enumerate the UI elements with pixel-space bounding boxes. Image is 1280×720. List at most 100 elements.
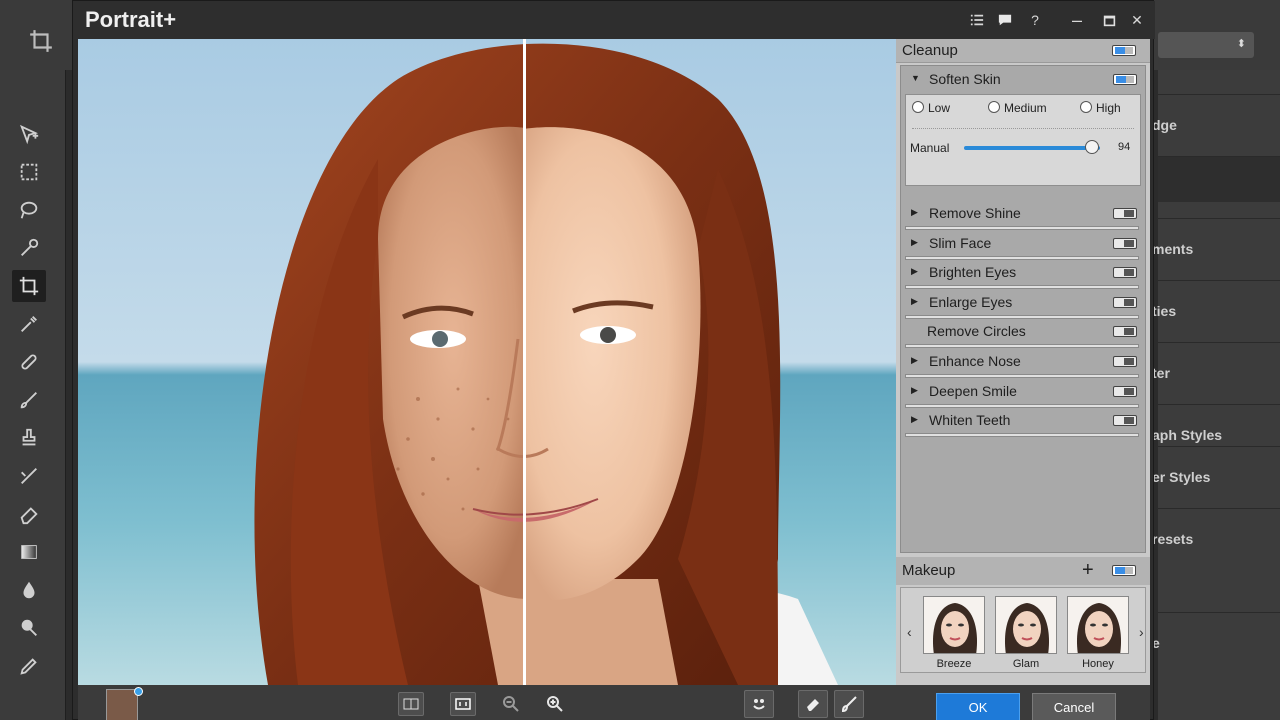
quick-select-icon[interactable] — [12, 232, 46, 264]
portrait-dialog: Portrait+ ? – ✕ Cleanup ▼ Soften Skin Lo… — [72, 0, 1155, 720]
controls-panel: Cleanup ▼ Soften Skin Low Medium High Ma… — [896, 39, 1150, 720]
cleanup-item[interactable]: ▶ Slim Face — [905, 232, 1139, 260]
maximize-icon[interactable] — [1099, 10, 1119, 30]
cleanup-header[interactable]: Cleanup — [896, 39, 1150, 63]
cleanup-item-divider — [905, 433, 1139, 438]
dialog-titlebar[interactable]: Portrait+ ? – ✕ — [73, 1, 1155, 39]
collapsed-arrow-icon: ▶ — [911, 295, 918, 306]
split-view-icon[interactable] — [398, 692, 424, 716]
cleanup-item-toggle[interactable] — [1113, 356, 1137, 367]
cleanup-item-toggle[interactable] — [1113, 385, 1137, 397]
marquee-tool-icon[interactable] — [12, 156, 46, 188]
expanded-arrow-icon: ▼ — [911, 73, 920, 83]
manual-slider-handle[interactable] — [1084, 140, 1099, 154]
crop-tool-icon[interactable] — [12, 270, 46, 302]
bottom-toolbar — [78, 685, 896, 720]
gradient-icon[interactable] — [12, 536, 46, 568]
radio-high-label: High — [1096, 101, 1121, 115]
minimize-icon[interactable]: – — [1067, 10, 1087, 30]
close-icon[interactable]: ✕ — [1127, 10, 1147, 30]
radio-high[interactable] — [1080, 101, 1092, 113]
radio-low[interactable] — [912, 101, 924, 113]
makeup-preset-label: Glam — [1012, 658, 1040, 670]
dodge-icon[interactable] — [12, 612, 46, 644]
makeup-preset-thumbnail[interactable] — [995, 596, 1057, 654]
makeup-presets: ‹ › Breeze Glam Honey — [900, 587, 1146, 673]
photo-thumbnail[interactable] — [106, 689, 138, 720]
cleanup-item-toggle[interactable] — [1113, 267, 1137, 279]
makeup-header[interactable]: Makeup + — [896, 557, 1150, 585]
thumbnail-badge — [134, 687, 143, 696]
radio-medium-label: Medium — [1004, 101, 1047, 115]
soften-skin-item[interactable]: ▼ Soften Skin — [905, 68, 1139, 92]
cleanup-item[interactable]: ▶ Enlarge Eyes — [905, 291, 1139, 319]
prev-arrow-icon[interactable]: ‹ — [907, 624, 912, 640]
cleanup-item-label: Remove Shine — [929, 205, 1021, 221]
eyedropper-icon[interactable] — [12, 308, 46, 340]
brush-icon[interactable] — [12, 384, 46, 416]
add-makeup-icon[interactable]: + — [1082, 559, 1094, 582]
cleanup-item[interactable]: ▶ Remove Shine — [905, 202, 1139, 230]
host-panel-label: ter — [1152, 364, 1170, 381]
manual-label: Manual — [910, 141, 950, 155]
soften-skin-options: Low Medium High Manual 94 — [905, 94, 1141, 186]
cleanup-item[interactable]: ▶ Deepen Smile — [905, 380, 1139, 408]
list-icon[interactable] — [967, 10, 987, 30]
makeup-preset-thumbnail[interactable] — [1067, 596, 1129, 654]
cleanup-item-divider — [905, 226, 1139, 230]
healing-brush-icon[interactable] — [12, 346, 46, 378]
soften-skin-toggle[interactable] — [1113, 74, 1137, 85]
cleanup-item-toggle[interactable] — [1113, 296, 1137, 308]
next-arrow-icon[interactable]: › — [1139, 624, 1144, 640]
stamp-icon[interactable] — [12, 422, 46, 454]
collapsed-arrow-icon: ▶ — [911, 266, 918, 277]
cleanup-toggle[interactable] — [1112, 45, 1136, 56]
photo-preview[interactable] — [78, 39, 896, 685]
cleanup-item[interactable]: ▶ Enhance Nose — [905, 350, 1139, 378]
manual-slider-track[interactable] — [964, 146, 1100, 150]
host-panel-item[interactable] — [1158, 156, 1280, 202]
cleanup-item[interactable]: Remove Circles — [905, 320, 1139, 349]
face-detect-icon[interactable] — [744, 690, 774, 718]
host-select[interactable]: ⬍ — [1158, 32, 1254, 58]
host-panel-label: er Styles — [1152, 468, 1211, 485]
zoom-out-icon[interactable] — [498, 692, 524, 716]
pen-icon[interactable] — [12, 650, 46, 682]
host-panel-item[interactable]: ties — [1152, 280, 1280, 340]
host-panel-item[interactable]: resets — [1152, 508, 1280, 568]
zoom-in-icon[interactable] — [542, 692, 568, 716]
cleanup-item-divider — [905, 285, 1139, 290]
eraser-brush-icon[interactable] — [798, 690, 828, 718]
crop-icon[interactable] — [28, 28, 58, 58]
history-brush-icon[interactable] — [12, 460, 46, 492]
move-tool-icon[interactable] — [12, 118, 46, 150]
chat-icon[interactable] — [995, 10, 1015, 30]
radio-medium[interactable] — [988, 101, 1000, 113]
host-panel-item[interactable]: ter — [1152, 342, 1280, 402]
cleanup-item-label: Whiten Teeth — [929, 412, 1011, 429]
cleanup-item-toggle[interactable] — [1113, 326, 1137, 338]
host-panel-item[interactable]: ments — [1152, 218, 1280, 278]
host-panel-item[interactable]: e — [1152, 612, 1280, 672]
host-panel-item[interactable]: dge — [1152, 94, 1280, 154]
cleanup-item-toggle[interactable] — [1113, 237, 1137, 249]
collapsed-arrow-icon: ▶ — [911, 355, 918, 365]
blur-icon[interactable] — [12, 574, 46, 606]
cancel-button[interactable]: Cancel — [1032, 693, 1116, 720]
host-panel-item[interactable]: er Styles — [1152, 446, 1280, 506]
collapsed-arrow-icon: ▶ — [911, 414, 918, 425]
fit-view-icon[interactable] — [450, 692, 476, 716]
cleanup-item[interactable]: ▶ Whiten Teeth — [905, 409, 1139, 438]
makeup-toggle[interactable] — [1112, 565, 1136, 576]
paint-brush-icon[interactable] — [834, 690, 864, 718]
makeup-preset-thumbnail[interactable] — [923, 596, 985, 654]
cleanup-item[interactable]: ▶ Brighten Eyes — [905, 261, 1139, 290]
cleanup-item-toggle[interactable] — [1113, 415, 1137, 427]
ok-button[interactable]: OK — [936, 693, 1020, 720]
eraser-icon[interactable] — [12, 498, 46, 530]
cleanup-item-label: Brighten Eyes — [929, 264, 1017, 281]
help-icon[interactable]: ? — [1025, 10, 1045, 30]
lasso-tool-icon[interactable] — [12, 194, 46, 226]
cleanup-item-divider — [905, 374, 1139, 378]
cleanup-item-toggle[interactable] — [1113, 208, 1137, 219]
